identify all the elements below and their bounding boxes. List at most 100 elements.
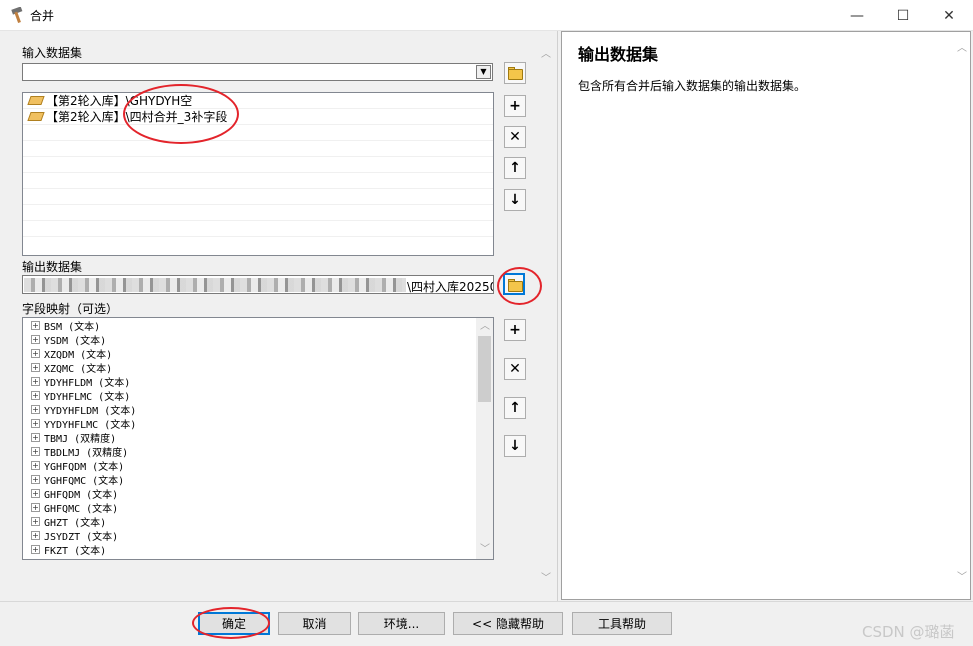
field-map-row-label: JSYDZT (文本) — [44, 531, 119, 543]
field-map-row-label: YSDM (文本) — [44, 335, 107, 347]
field-map-row-label: GHFQDM (文本) — [44, 489, 119, 501]
chevron-up-icon[interactable]: ︿ — [476, 320, 493, 334]
expand-icon[interactable]: + — [31, 502, 40, 512]
input-dataset-list[interactable]: 【第2轮入库】\GHYDYH空 【第2轮入库】\四村合并_3补字段 — [22, 92, 494, 256]
expand-icon[interactable]: + — [31, 530, 40, 540]
field-map-row[interactable]: + YDYHFLMC (文本) — [23, 388, 493, 403]
field-map-row-label: GHZT (文本) — [44, 517, 107, 529]
cancel-button[interactable]: 取消 — [278, 612, 351, 635]
field-map-row[interactable]: + XZQMC (文本) — [23, 360, 493, 375]
field-map-row-label: YYDYHFLDM (文本) — [44, 405, 137, 417]
field-map-row[interactable]: + FKZT (文本) — [23, 542, 493, 557]
chevron-up-icon[interactable]: ︿ — [953, 42, 971, 56]
expand-icon[interactable]: + — [31, 404, 40, 414]
annotation-ellipse — [497, 267, 542, 305]
expand-icon[interactable]: + — [31, 334, 40, 344]
field-map-row[interactable]: + JSYDZT (文本) — [23, 528, 493, 543]
redacted-path — [24, 278, 406, 292]
add-input-button[interactable]: + — [504, 95, 526, 117]
expand-icon[interactable]: + — [31, 362, 40, 372]
field-map-row-label: TBDLMJ (双精度) — [44, 447, 129, 459]
field-map-row-label: XZQMC (文本) — [44, 363, 113, 375]
chevron-down-icon[interactable]: ﹀ — [476, 543, 493, 557]
expand-icon[interactable]: + — [31, 474, 40, 484]
field-map-row[interactable]: + GHZT (文本) — [23, 514, 493, 529]
browse-input-button[interactable] — [504, 62, 526, 84]
scroll-thumb[interactable] — [478, 336, 491, 402]
maximize-button[interactable]: ☐ — [880, 0, 926, 31]
field-map-row-label: TBMJ (双精度) — [44, 433, 117, 445]
hammer-icon — [11, 7, 23, 23]
tool-help-button[interactable]: 工具帮助 — [572, 612, 672, 635]
list-item-empty — [23, 157, 493, 173]
expand-icon[interactable]: + — [31, 376, 40, 386]
output-path-tail: \四村入库202502 — [407, 280, 493, 294]
move-up-input-button[interactable]: ↑ — [504, 157, 526, 179]
field-map-row-label: YGHFQDM (文本) — [44, 461, 125, 473]
list-item[interactable]: 【第2轮入库】\GHYDYH空 — [23, 93, 493, 109]
field-map-row[interactable]: + GHFQDM (文本) — [23, 486, 493, 501]
expand-icon[interactable]: + — [31, 446, 40, 456]
button-bar: 确定 取消 环境... << 隐藏帮助 工具帮助 CSDN @璐菡 — [0, 601, 973, 646]
field-map-row-label: YYDYHFLMC (文本) — [44, 419, 137, 431]
move-up-field-button[interactable]: ↑ — [504, 397, 526, 419]
field-map-row[interactable]: + TBDLMJ (双精度) — [23, 444, 493, 459]
chevron-down-icon[interactable]: ﹀ — [537, 572, 555, 586]
field-map-row[interactable]: + YDYHFLDM (文本) — [23, 374, 493, 389]
window-title: 合并 — [30, 9, 55, 23]
annotation-ellipse — [192, 607, 270, 639]
field-map-tree[interactable]: + BSM (文本) + YSDM (文本) + XZQDM (文本) + XZQMC (文本… — [22, 317, 494, 560]
help-scrollbar[interactable]: ︿ ﹀ — [953, 32, 970, 599]
field-map-row[interactable]: + YSDM (文本) — [23, 332, 493, 347]
parameters-scrollbar[interactable]: ︿ ﹀ — [537, 38, 555, 594]
help-text: 包含所有合并后输入数据集的输出数据集。 — [578, 79, 807, 93]
expand-icon[interactable]: + — [31, 516, 40, 526]
expand-icon[interactable]: + — [31, 460, 40, 470]
expand-icon[interactable]: + — [31, 320, 40, 330]
list-item-empty — [23, 189, 493, 205]
field-map-row[interactable]: + YYDYHFLMC (文本) — [23, 416, 493, 431]
chevron-up-icon[interactable]: ︿ — [537, 48, 555, 62]
watermark: CSDN @璐菡 — [862, 623, 955, 641]
output-dataset-field[interactable]: \四村入库202502 — [22, 275, 494, 294]
expand-icon[interactable]: + — [31, 390, 40, 400]
folder-icon — [508, 69, 523, 80]
add-field-button[interactable]: + — [504, 319, 526, 341]
field-map-row[interactable]: + TBMJ (双精度) — [23, 430, 493, 445]
move-down-input-button[interactable]: ↓ — [504, 189, 526, 211]
output-dataset-label: 输出数据集 — [22, 260, 83, 274]
remove-input-button[interactable]: ✕ — [504, 126, 526, 148]
expand-icon[interactable]: + — [31, 418, 40, 428]
field-map-row[interactable]: + YGHFQMC (文本) — [23, 472, 493, 487]
field-map-row[interactable]: + YGHFQDM (文本) — [23, 458, 493, 473]
expand-icon[interactable]: + — [31, 488, 40, 498]
list-item[interactable]: 【第2轮入库】\四村合并_3补字段 — [23, 109, 493, 125]
remove-field-button[interactable]: ✕ — [504, 358, 526, 380]
hide-help-button[interactable]: << 隐藏帮助 — [453, 612, 563, 635]
field-map-label: 字段映射（可选） — [22, 302, 119, 316]
field-map-row[interactable]: + GHFQMC (文本) — [23, 500, 493, 515]
chevron-down-icon[interactable]: ▼ — [476, 65, 491, 79]
feature-class-icon — [27, 96, 45, 105]
feature-class-icon — [27, 112, 45, 121]
field-map-row-label: YDYHFLMC (文本) — [44, 391, 131, 403]
expand-icon[interactable]: + — [31, 348, 40, 358]
title-bar: 合并 — ☐ ✕ — [0, 0, 973, 31]
field-map-row-label: YGHFQMC (文本) — [44, 475, 125, 487]
expand-icon[interactable]: + — [31, 432, 40, 442]
field-map-row[interactable]: + XZQDM (文本) — [23, 346, 493, 361]
input-datasets-label: 输入数据集 — [22, 46, 83, 60]
field-map-row-label: FKZT (文本) — [44, 545, 107, 557]
help-panel: 输出数据集 包含所有合并后输入数据集的输出数据集。 ︿ ﹀ — [561, 31, 971, 600]
field-map-scrollbar[interactable]: ︿ ﹀ — [476, 318, 493, 559]
input-dataset-dropdown[interactable]: ▼ — [22, 63, 493, 81]
field-map-row[interactable]: + YYDYHFLDM (文本) — [23, 402, 493, 417]
close-button[interactable]: ✕ — [926, 0, 972, 31]
minimize-button[interactable]: — — [834, 0, 880, 31]
expand-icon[interactable]: + — [31, 544, 40, 554]
environments-button[interactable]: 环境... — [358, 612, 445, 635]
field-map-row-label: YDYHFLDM (文本) — [44, 377, 131, 389]
chevron-down-icon[interactable]: ﹀ — [953, 571, 971, 585]
move-down-field-button[interactable]: ↓ — [504, 435, 526, 457]
field-map-row[interactable]: + BSM (文本) — [23, 318, 493, 333]
